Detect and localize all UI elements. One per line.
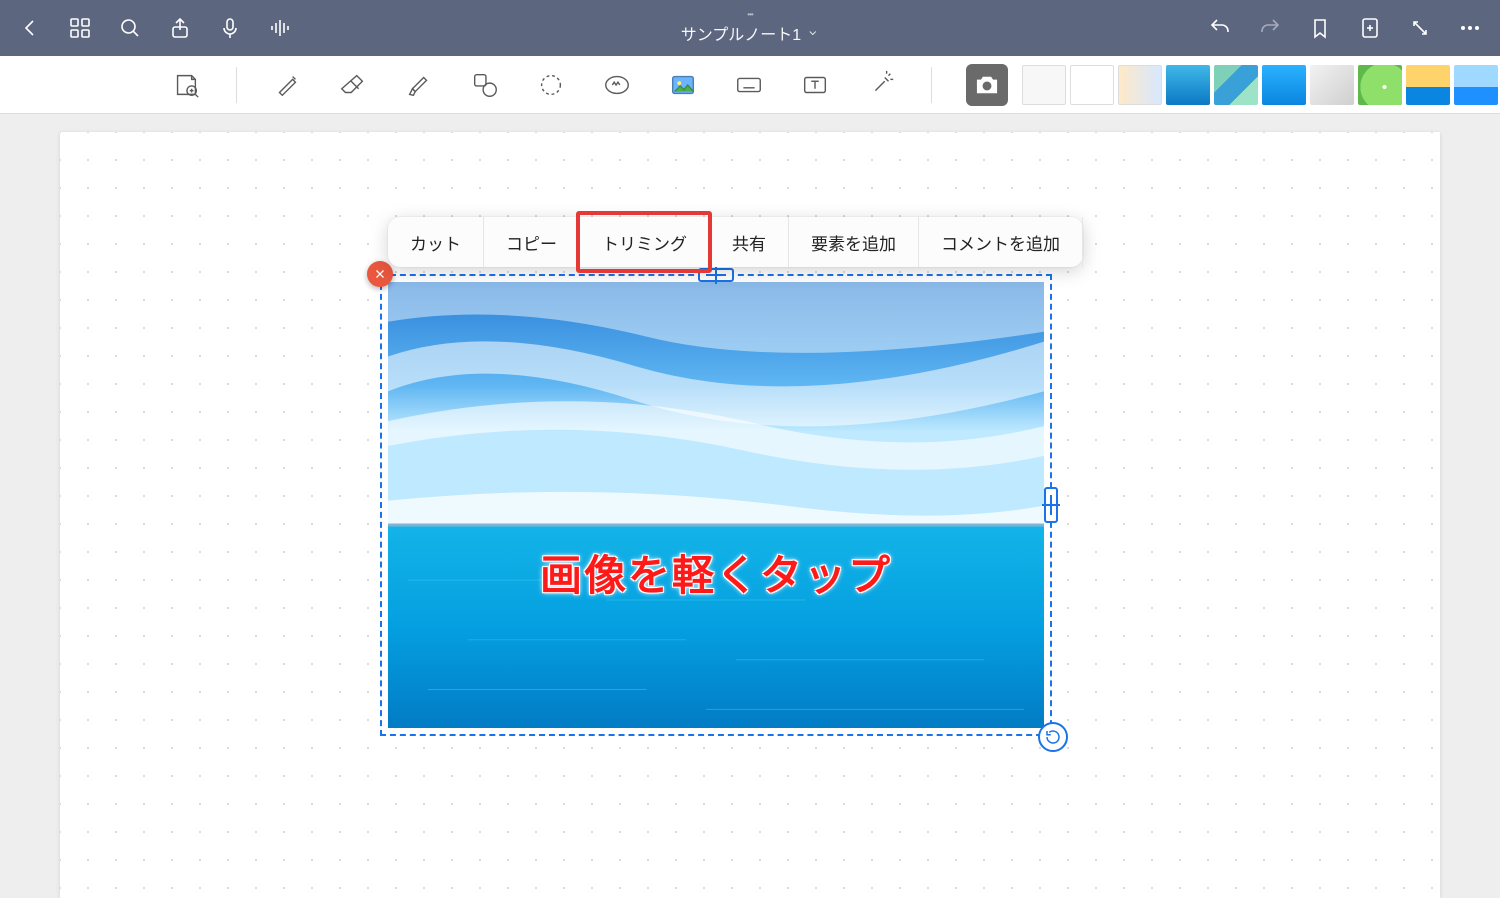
image-thumbnail-strip bbox=[1022, 65, 1500, 105]
image-overlay-text: 画像を軽くタップ bbox=[388, 542, 1044, 603]
image-selection-frame[interactable]: 画像を軽くタップ bbox=[380, 274, 1052, 736]
resize-handle-top[interactable] bbox=[698, 268, 734, 282]
back-icon[interactable] bbox=[18, 16, 42, 40]
image-thumbnail-0[interactable] bbox=[1022, 65, 1066, 105]
app-topbar: ••• サンプルノート1 bbox=[0, 0, 1500, 56]
context-menu-item-2[interactable]: トリミング bbox=[580, 217, 710, 267]
image-thumbnail-4[interactable] bbox=[1214, 65, 1258, 105]
document-title-text: サンプルノート1 bbox=[681, 21, 801, 45]
undo-icon[interactable] bbox=[1208, 16, 1232, 40]
selected-image[interactable]: 画像を軽くタップ bbox=[388, 282, 1044, 728]
image-thumbnail-7[interactable] bbox=[1358, 65, 1402, 105]
close-fullscreen-icon[interactable] bbox=[1408, 16, 1432, 40]
camera-tool-icon[interactable] bbox=[966, 64, 1008, 106]
lasso-tool-icon[interactable] bbox=[535, 69, 567, 101]
note-page[interactable]: カットコピートリミング共有要素を追加コメントを追加 bbox=[60, 132, 1440, 898]
image-tool-icon[interactable] bbox=[667, 69, 699, 101]
image-thumbnail-9[interactable] bbox=[1454, 65, 1498, 105]
drag-dots-icon: ••• bbox=[747, 11, 752, 19]
eraser-tool-icon[interactable] bbox=[337, 69, 369, 101]
chevron-down-icon bbox=[807, 27, 819, 39]
context-menu-item-5[interactable]: コメントを追加 bbox=[919, 217, 1083, 267]
zoom-note-icon[interactable] bbox=[170, 69, 202, 101]
context-menu-item-4[interactable]: 要素を追加 bbox=[789, 217, 919, 267]
share-icon[interactable] bbox=[168, 16, 192, 40]
bookmark-icon[interactable] bbox=[1308, 16, 1332, 40]
shape-tool-icon[interactable] bbox=[469, 69, 501, 101]
context-menu-item-3[interactable]: 共有 bbox=[710, 217, 789, 267]
pen-tool-icon[interactable] bbox=[271, 69, 303, 101]
document-title[interactable]: サンプルノート1 bbox=[681, 21, 819, 45]
context-menu-item-1[interactable]: コピー bbox=[484, 217, 580, 267]
laser-tool-icon[interactable] bbox=[865, 69, 897, 101]
sticker-tool-icon[interactable] bbox=[601, 69, 633, 101]
editor-toolbar bbox=[0, 56, 1500, 114]
add-page-icon[interactable] bbox=[1358, 16, 1382, 40]
keyboard-tool-icon[interactable] bbox=[733, 69, 765, 101]
grid-icon[interactable] bbox=[68, 16, 92, 40]
search-icon[interactable] bbox=[118, 16, 142, 40]
resize-handle-right[interactable] bbox=[1044, 487, 1058, 523]
rotate-handle[interactable] bbox=[1038, 722, 1068, 752]
image-thumbnail-1[interactable] bbox=[1070, 65, 1114, 105]
image-thumbnail-8[interactable] bbox=[1406, 65, 1450, 105]
audio-wave-icon[interactable] bbox=[268, 16, 292, 40]
mic-icon[interactable] bbox=[218, 16, 242, 40]
separator bbox=[931, 67, 932, 103]
image-thumbnail-2[interactable] bbox=[1118, 65, 1162, 105]
textbox-tool-icon[interactable] bbox=[799, 69, 831, 101]
canvas-area: カットコピートリミング共有要素を追加コメントを追加 bbox=[0, 114, 1500, 898]
separator bbox=[236, 67, 237, 103]
more-icon[interactable] bbox=[1458, 16, 1482, 40]
image-thumbnail-3[interactable] bbox=[1166, 65, 1210, 105]
image-thumbnail-6[interactable] bbox=[1310, 65, 1354, 105]
image-thumbnail-5[interactable] bbox=[1262, 65, 1306, 105]
redo-icon[interactable] bbox=[1258, 16, 1282, 40]
context-menu-item-0[interactable]: カット bbox=[388, 217, 484, 267]
highlighter-tool-icon[interactable] bbox=[403, 69, 435, 101]
image-context-menu: カットコピートリミング共有要素を追加コメントを追加 bbox=[388, 217, 1083, 267]
